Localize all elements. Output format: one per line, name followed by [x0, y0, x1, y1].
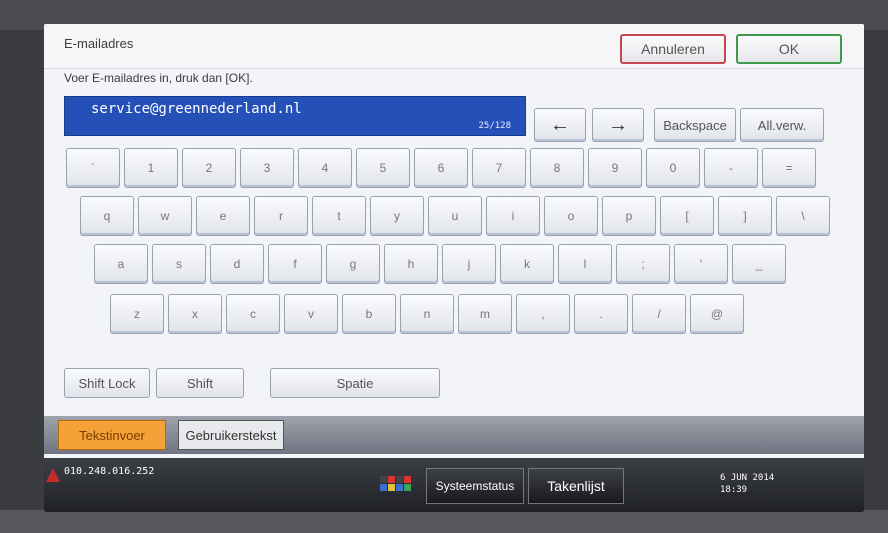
key[interactable]: =	[762, 148, 816, 188]
key[interactable]: i	[486, 196, 540, 236]
status-bar: 010.248.016.252 Systeemstatus Takenlijst…	[44, 458, 864, 512]
tab-strip	[44, 416, 864, 454]
key[interactable]: z	[110, 294, 164, 334]
key[interactable]: 1	[124, 148, 178, 188]
shift-button[interactable]: Shift	[156, 368, 244, 398]
key[interactable]: o	[544, 196, 598, 236]
key[interactable]: a	[94, 244, 148, 284]
key[interactable]: y	[370, 196, 424, 236]
key[interactable]: g	[326, 244, 380, 284]
key[interactable]: c	[226, 294, 280, 334]
job-list-button[interactable]: Takenlijst	[528, 468, 624, 504]
key[interactable]: t	[312, 196, 366, 236]
key[interactable]: j	[442, 244, 496, 284]
key[interactable]: d	[210, 244, 264, 284]
cursor-left-button[interactable]: ←	[534, 108, 586, 142]
email-input[interactable]: service@greennederland.nl 25/128	[64, 96, 526, 136]
key[interactable]: w	[138, 196, 192, 236]
header-bar: E-mailadres Annuleren OK	[44, 24, 864, 69]
key[interactable]: [	[660, 196, 714, 236]
ok-button[interactable]: OK	[736, 34, 842, 64]
key[interactable]: b	[342, 294, 396, 334]
key[interactable]: x	[168, 294, 222, 334]
key[interactable]: .	[574, 294, 628, 334]
tab-user-text[interactable]: Gebruikerstekst	[178, 420, 284, 450]
tab-text-input[interactable]: Tekstinvoer	[58, 420, 166, 450]
touch-screen: E-mailadres Annuleren OK Voer E-mailadre…	[44, 24, 864, 512]
right-arrow-icon: →	[608, 113, 628, 136]
key[interactable]: 7	[472, 148, 526, 188]
backspace-button[interactable]: Backspace	[654, 108, 736, 142]
space-button[interactable]: Spatie	[270, 368, 440, 398]
instruction-text: Voer E-mailadres in, druk dan [OK].	[64, 71, 253, 85]
key[interactable]: 4	[298, 148, 352, 188]
key[interactable]: h	[384, 244, 438, 284]
cursor-right-button[interactable]: →	[592, 108, 644, 142]
key[interactable]: v	[284, 294, 338, 334]
ip-address: 010.248.016.252	[64, 466, 155, 477]
date-time: 6 JUN 2014 18:39	[720, 472, 774, 496]
key[interactable]: r	[254, 196, 308, 236]
key[interactable]: f	[268, 244, 322, 284]
key[interactable]: 0	[646, 148, 700, 188]
bezel-bottom	[0, 510, 888, 533]
key[interactable]: -	[704, 148, 758, 188]
key[interactable]: m	[458, 294, 512, 334]
email-value: service@greennederland.nl	[91, 101, 302, 117]
key[interactable]: s	[152, 244, 206, 284]
key[interactable]: 8	[530, 148, 584, 188]
key[interactable]: 9	[588, 148, 642, 188]
kvch-icon	[380, 476, 411, 491]
key[interactable]: ,	[516, 294, 570, 334]
key[interactable]: 6	[414, 148, 468, 188]
key[interactable]: 3	[240, 148, 294, 188]
delete-all-button[interactable]: All.verw.	[740, 108, 824, 142]
system-status-button[interactable]: Systeemstatus	[426, 468, 524, 504]
key[interactable]: p	[602, 196, 656, 236]
cancel-button[interactable]: Annuleren	[620, 34, 726, 64]
key[interactable]: n	[400, 294, 454, 334]
key[interactable]: @	[690, 294, 744, 334]
alert-icon	[46, 468, 60, 482]
character-count: 25/128	[478, 121, 511, 131]
key[interactable]: \	[776, 196, 830, 236]
time: 18:39	[720, 485, 748, 495]
key[interactable]: 5	[356, 148, 410, 188]
key[interactable]: 2	[182, 148, 236, 188]
date: 6 JUN 2014	[720, 473, 775, 483]
key[interactable]: _	[732, 244, 786, 284]
key[interactable]: q	[80, 196, 134, 236]
key[interactable]: e	[196, 196, 250, 236]
key[interactable]: `	[66, 148, 120, 188]
key[interactable]: k	[500, 244, 554, 284]
key[interactable]: u	[428, 196, 482, 236]
key[interactable]: /	[632, 294, 686, 334]
key[interactable]: ;	[616, 244, 670, 284]
key[interactable]: l	[558, 244, 612, 284]
left-arrow-icon: ←	[550, 113, 570, 136]
shift-lock-button[interactable]: Shift Lock	[64, 368, 150, 398]
key[interactable]: '	[674, 244, 728, 284]
page-title: E-mailadres	[64, 36, 134, 51]
key[interactable]: ]	[718, 196, 772, 236]
